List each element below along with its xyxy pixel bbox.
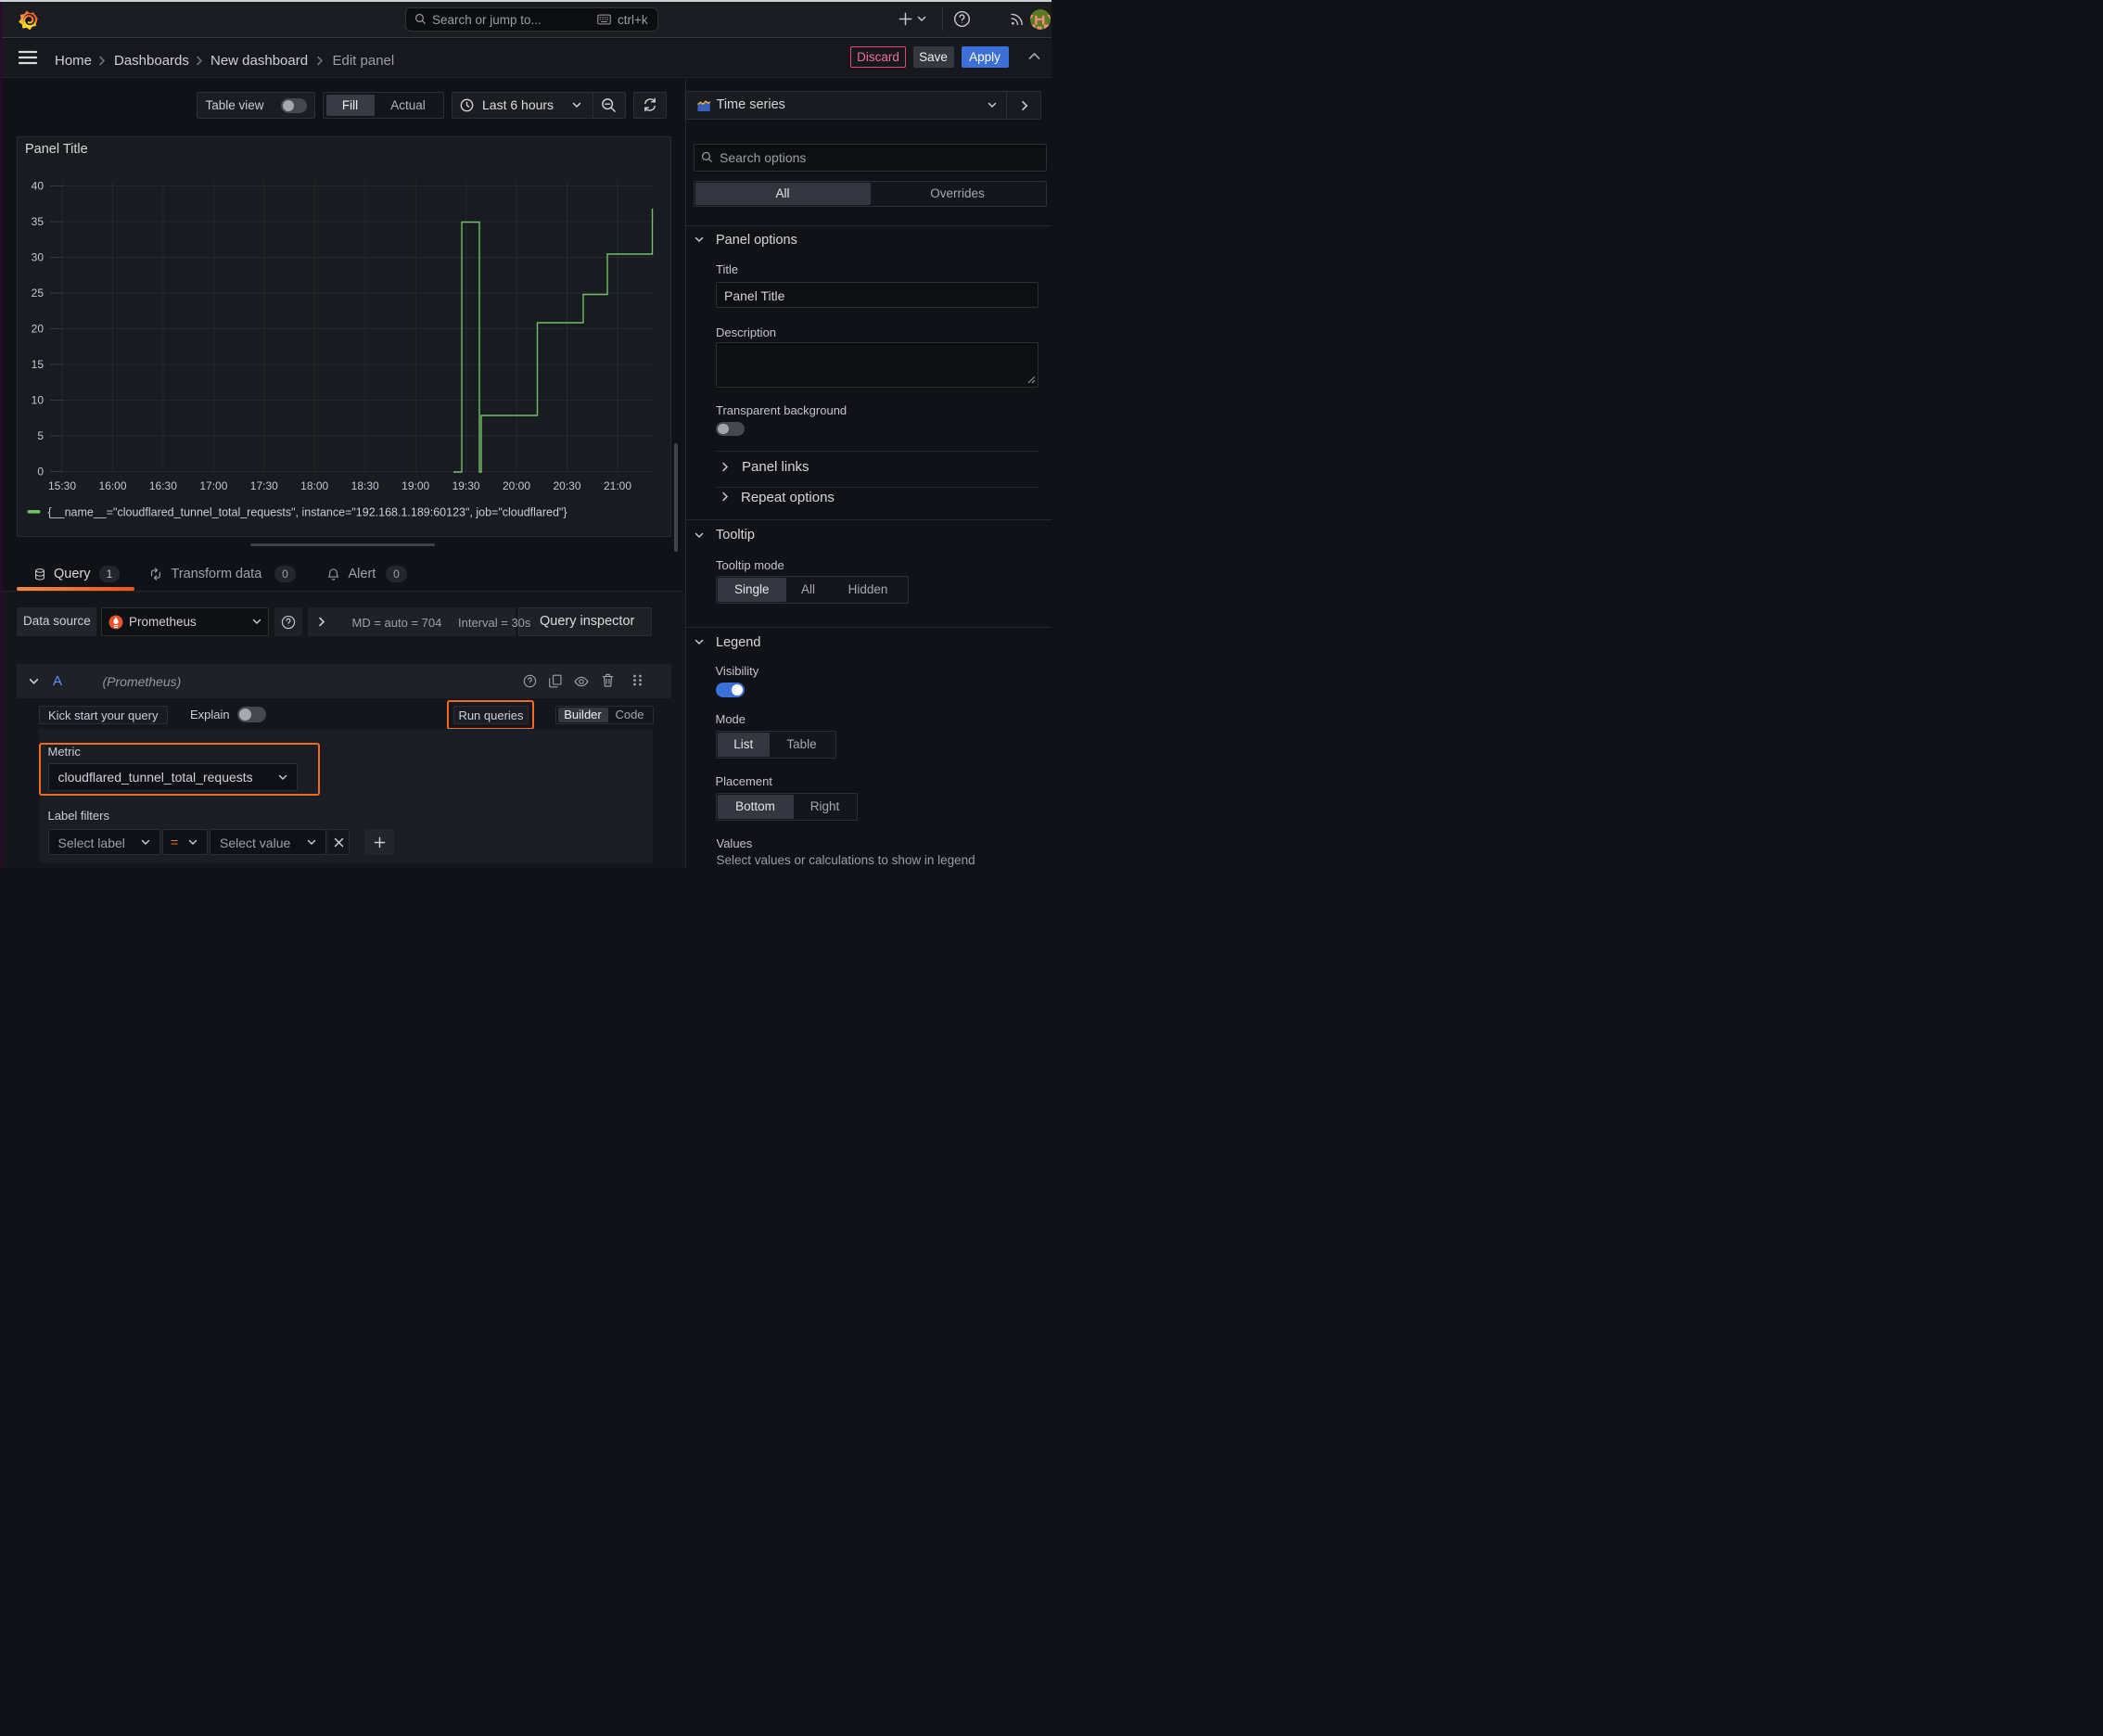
svg-text:16:00: 16:00 [98, 479, 126, 492]
svg-text:40: 40 [32, 180, 45, 193]
svg-text:20:30: 20:30 [553, 479, 580, 492]
svg-text:10: 10 [32, 394, 45, 407]
svg-text:21:00: 21:00 [604, 479, 631, 492]
svg-text:17:30: 17:30 [250, 479, 278, 492]
svg-text:19:30: 19:30 [452, 479, 480, 492]
svg-text:{__name__="cloudflared_tunnel_: {__name__="cloudflared_tunnel_total_requ… [48, 506, 567, 519]
svg-text:0: 0 [37, 466, 44, 479]
svg-text:19:00: 19:00 [401, 479, 429, 492]
svg-text:15:30: 15:30 [48, 479, 76, 492]
svg-text:16:30: 16:30 [149, 479, 177, 492]
svg-text:18:30: 18:30 [351, 479, 379, 492]
svg-text:17:00: 17:00 [199, 479, 227, 492]
svg-text:20: 20 [32, 323, 45, 336]
svg-text:20:00: 20:00 [503, 479, 530, 492]
svg-text:18:00: 18:00 [300, 479, 328, 492]
svg-text:35: 35 [32, 215, 45, 228]
svg-text:5: 5 [37, 429, 44, 442]
svg-text:15: 15 [32, 358, 45, 371]
svg-text:30: 30 [32, 251, 45, 264]
svg-text:25: 25 [32, 287, 45, 300]
